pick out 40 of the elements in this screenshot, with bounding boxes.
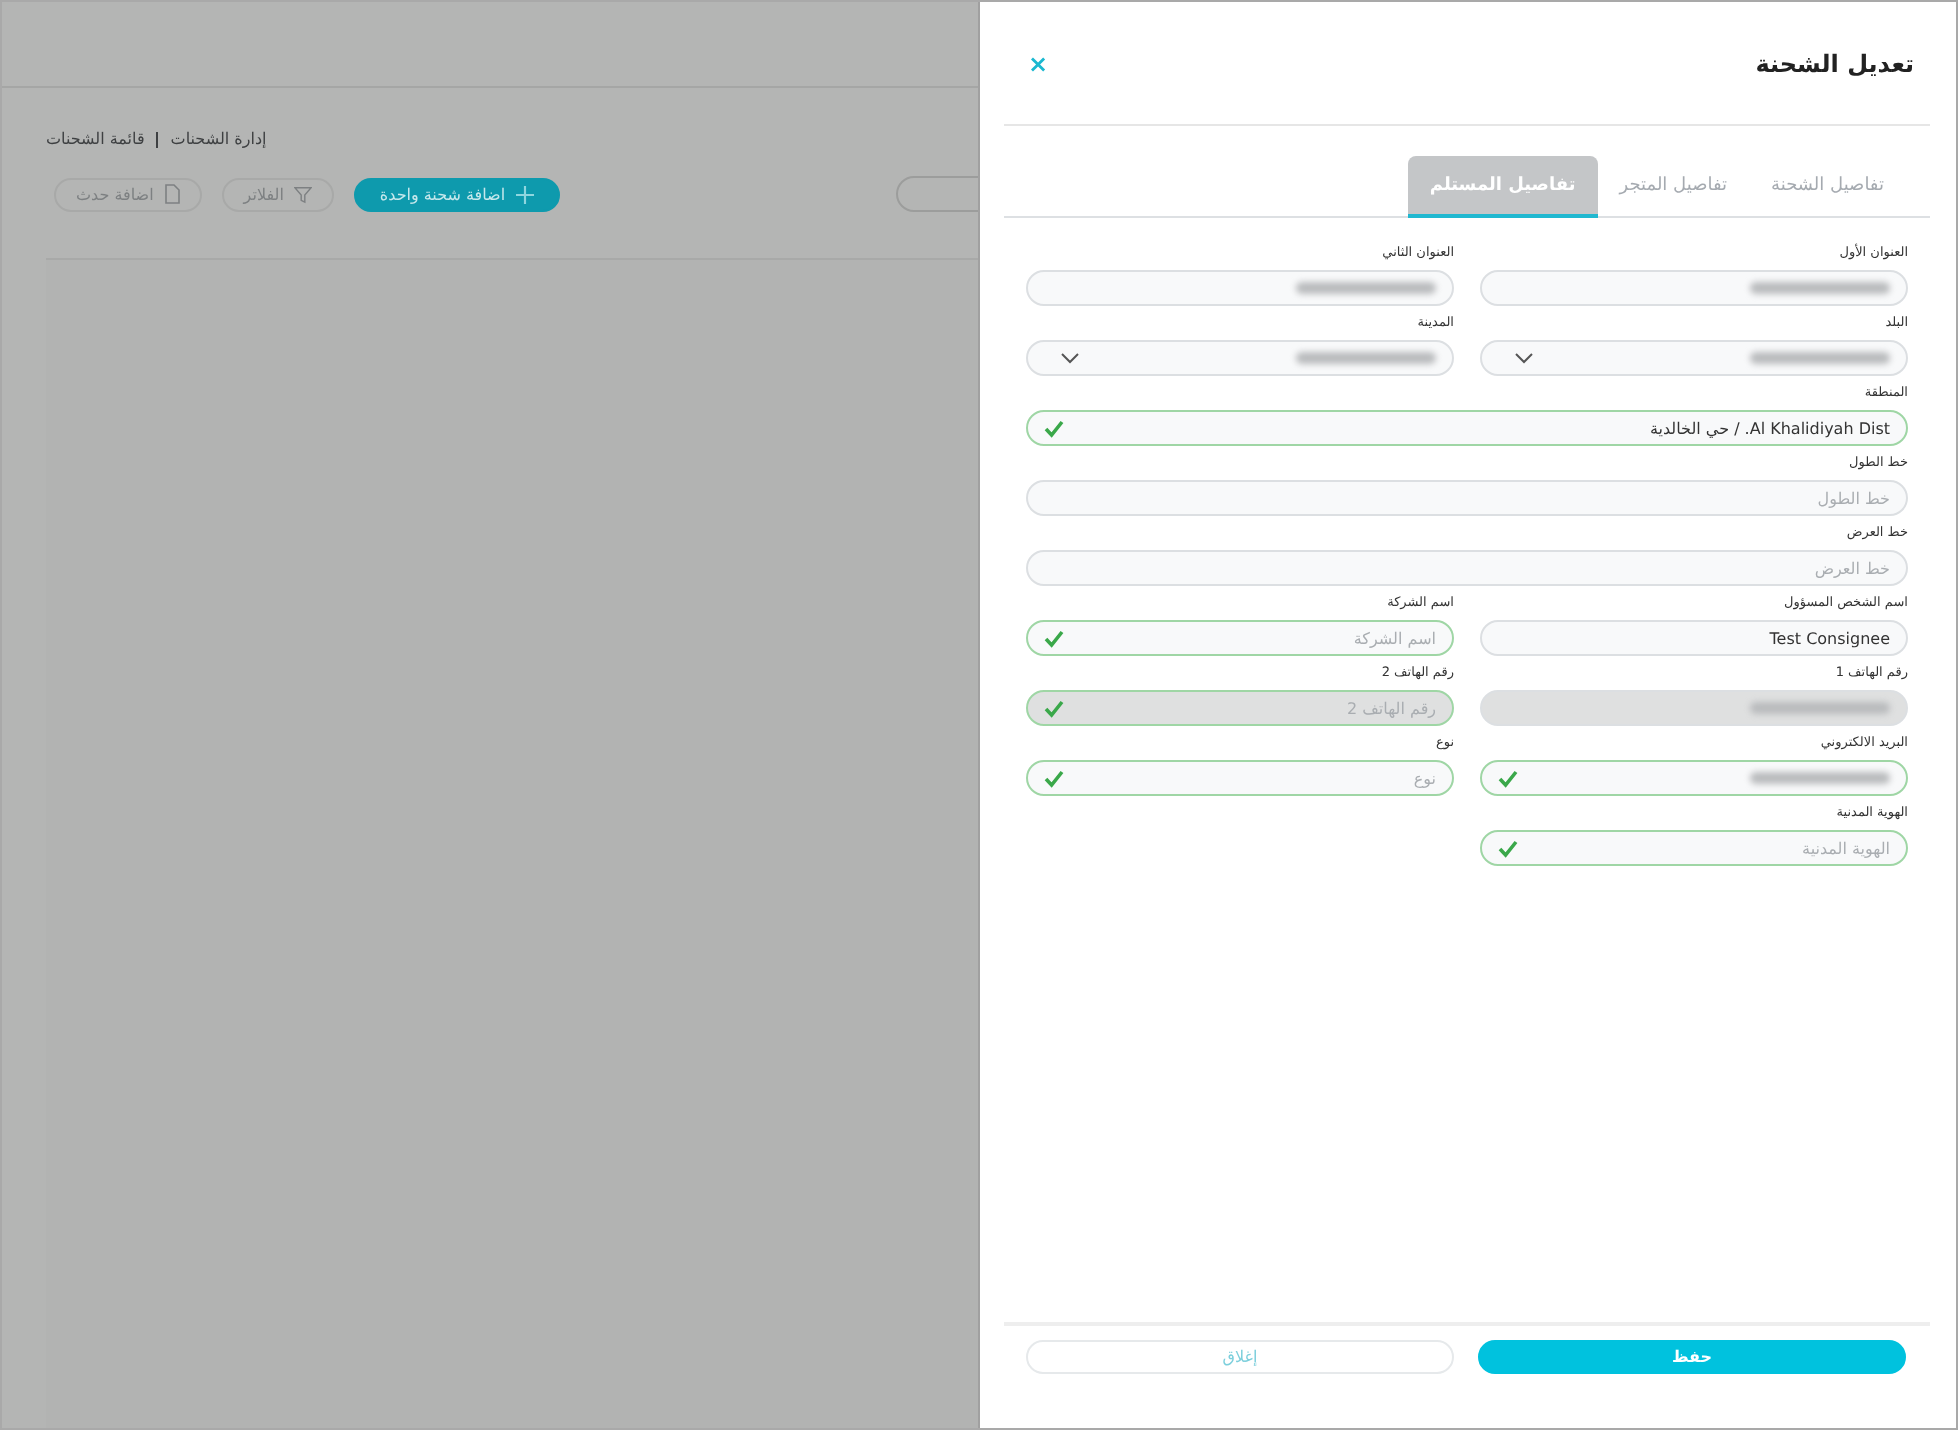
chevron-down-icon: [1060, 352, 1080, 364]
footer-button[interactable]: إغلاق: [1026, 1340, 1454, 1374]
placeholder-text: خط الطول: [1817, 489, 1890, 507]
breadcrumb-item[interactable]: قائمة الشحنات: [46, 130, 145, 148]
tab[interactable]: تفاصيل الشحنة: [1749, 156, 1906, 218]
input-field[interactable]: خط الطول: [1026, 480, 1908, 516]
footer-button[interactable]: حفظ: [1478, 1340, 1906, 1374]
checkmark-icon: [1498, 769, 1518, 787]
tab[interactable]: تفاصيل المستلم: [1407, 156, 1598, 218]
checkmark-icon: [1044, 629, 1064, 647]
filter-icon: [293, 185, 312, 203]
input-field[interactable]: [1026, 270, 1454, 306]
placeholder-text: الهوية المدنية: [1802, 839, 1890, 857]
field-value: Test Consignee: [1769, 629, 1890, 647]
input-field[interactable]: Al Khalidiyah Dist. / حي الخالدية: [1026, 410, 1908, 446]
input-field[interactable]: [1480, 760, 1908, 796]
input-field[interactable]: نوع: [1026, 760, 1454, 796]
input-field[interactable]: Test Consignee: [1480, 620, 1908, 656]
checkmark-icon: [1498, 839, 1518, 857]
plus-icon: [515, 185, 534, 203]
close-button[interactable]: ×: [1024, 49, 1053, 77]
placeholder-text: اسم الشركة: [1353, 629, 1436, 647]
input-field[interactable]: خط العرض: [1026, 550, 1908, 586]
dialog-title: تعديل الشحنة: [1755, 49, 1914, 77]
input-field[interactable]: الهوية المدنية: [1480, 830, 1908, 866]
checkmark-icon: [1044, 699, 1064, 717]
select-field[interactable]: [1480, 340, 1908, 376]
checkmark-icon: [1044, 769, 1064, 787]
checkmark-icon: [1044, 419, 1064, 437]
chevron-down-icon: [1514, 352, 1534, 364]
input-field[interactable]: [1480, 270, 1908, 306]
toolbar-button[interactable]: اضافة شحنة واحدة: [353, 177, 560, 211]
document-icon: [163, 184, 180, 204]
select-field[interactable]: [1026, 340, 1454, 376]
tab[interactable]: تفاصيل المتجر: [1597, 156, 1750, 218]
input-field[interactable]: اسم الشركة: [1026, 620, 1454, 656]
placeholder-text: نوع: [1413, 769, 1436, 787]
placeholder-text: خط العرض: [1814, 559, 1890, 577]
field-value: Al Khalidiyah Dist. / حي الخالدية: [1649, 419, 1890, 437]
breadcrumb-item[interactable]: إدارة الشحنات: [170, 130, 267, 148]
